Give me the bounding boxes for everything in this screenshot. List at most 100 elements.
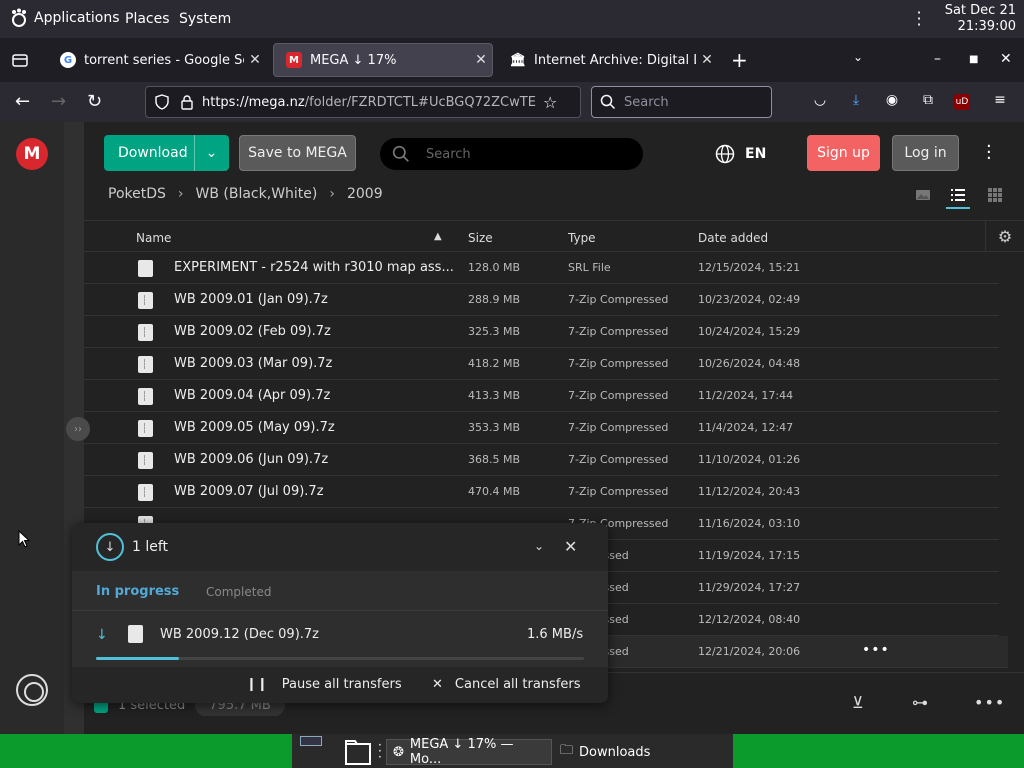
list-all-tabs-icon[interactable] — [10, 50, 30, 70]
archive-icon: 🏛 — [509, 52, 527, 68]
clock[interactable]: Sat Dec 21 21:39:00 — [945, 3, 1016, 35]
mouse-cursor-icon — [18, 530, 30, 548]
cancel-label: Cancel all transfers — [454, 677, 581, 692]
file-date: 11/2/2024, 17:44 — [698, 389, 794, 402]
taskbar-downloads-label: Downloads — [579, 744, 651, 760]
sign-up-button[interactable]: Sign up — [807, 135, 880, 171]
collapse-chevron-icon[interactable]: ⌄ — [534, 539, 544, 553]
save-to-mega-button[interactable]: Save to MEGA — [239, 135, 356, 171]
transfer-header: ↓ 1 left ⌄ ✕ — [72, 523, 608, 571]
mega-search-input[interactable]: Search — [380, 138, 643, 170]
system-menu[interactable]: System — [179, 11, 231, 27]
taskbar-firefox-item[interactable]: ❂ MEGA ↓ 17% — Mo... — [386, 737, 552, 767]
shield-icon[interactable] — [154, 94, 170, 110]
row-more-icon[interactable]: ••• — [862, 642, 890, 658]
tab-internet-archive[interactable]: 🏛 Internet Archive: Digital Libr ✕ — [498, 43, 718, 77]
forward-icon[interactable]: → — [51, 91, 66, 112]
breadcrumb-item[interactable]: PoketDS — [108, 186, 166, 202]
file-type: 7-Zip Compressed — [568, 325, 669, 338]
table-row[interactable]: WB 2009.03 (Mar 09).7z 418.2 MB 7-Zip Comp… — [84, 348, 999, 380]
breadcrumb-item[interactable]: WB (Black,White) — [196, 186, 318, 202]
applications-menu[interactable]: Applications — [10, 8, 120, 28]
ublock-icon[interactable]: uD — [954, 94, 970, 110]
taskbar-downloads-item[interactable]: 🗀 Downloads — [554, 739, 724, 765]
table-row[interactable]: WB 2009.06 (Jun 09).7z 368.5 MB 7-Zip Comp… — [84, 444, 999, 476]
more-options-icon[interactable]: ••• — [974, 693, 1005, 712]
log-in-button[interactable]: Log in — [892, 135, 959, 171]
downloads-icon[interactable]: ⤓ — [846, 92, 866, 112]
column-settings-gear-icon[interactable]: ⚙ — [985, 220, 1024, 252]
list-view-icon[interactable] — [950, 187, 966, 203]
new-tab-icon[interactable]: + — [731, 48, 748, 72]
table-row[interactable]: EXPERIMENT - r2524 with r3010 map ass...… — [84, 252, 999, 284]
tab-mega[interactable]: M MEGA ↓ 17% ✕ — [273, 43, 493, 77]
file-name: WB 2009.05 (May 09).7z — [174, 420, 335, 435]
cancel-all-button[interactable]: ✕ Cancel all transfers — [432, 677, 581, 692]
column-date[interactable]: Date added — [698, 231, 768, 245]
breadcrumb-item[interactable]: 2009 — [347, 186, 383, 202]
gnome-foot-icon — [12, 8, 26, 27]
table-row[interactable]: WB 2009.04 (Apr 09).7z 413.3 MB 7-Zip Comp… — [84, 380, 999, 412]
file-date: 12/12/2024, 08:40 — [698, 613, 801, 626]
back-icon[interactable]: ← — [15, 91, 30, 112]
reload-icon[interactable]: ↻ — [87, 91, 102, 112]
close-icon: ✕ — [432, 677, 443, 692]
column-size[interactable]: Size — [468, 231, 493, 245]
table-row[interactable]: WB 2009.01 (Jan 09).7z 288.9 MB 7-Zip Comp… — [84, 284, 999, 316]
chevron-down-icon[interactable]: ⌄ — [194, 135, 228, 171]
chevron-down-icon[interactable]: ⌄ — [853, 50, 863, 64]
transfer-item[interactable]: ↓ WB 2009.12 (Dec 09).7z 1.6 MB/s — [72, 611, 608, 667]
sync-icon[interactable] — [16, 674, 48, 706]
panel-menu-icon[interactable]: · · · — [915, 5, 923, 33]
maximize-icon[interactable]: ■ — [969, 54, 978, 65]
account-icon[interactable]: ◉ — [882, 92, 902, 112]
table-row[interactable]: WB 2009.07 (Jul 09).7z 470.4 MB 7-Zip Comp… — [84, 476, 999, 508]
file-date: 11/16/2024, 03:10 — [698, 517, 801, 530]
workspace-switcher[interactable] — [300, 736, 322, 746]
close-tab-icon[interactable]: ✕ — [244, 52, 266, 68]
pause-all-button[interactable]: ❙❙ Pause all transfers — [246, 677, 402, 692]
file-name: WB 2009.07 (Jul 09).7z — [174, 484, 324, 499]
file-date: 11/4/2024, 12:47 — [698, 421, 794, 434]
minimize-icon[interactable]: – — [934, 51, 941, 67]
transfer-tabs: In progress Completed — [72, 571, 608, 611]
column-type[interactable]: Type — [568, 231, 596, 245]
table-row[interactable]: WB 2009.02 (Feb 09).7z 325.3 MB 7-Zip Comp… — [84, 316, 999, 348]
sort-ascending-icon[interactable]: ▲ — [434, 231, 442, 242]
bookmark-star-icon[interactable]: ☆ — [543, 93, 557, 112]
search-input[interactable]: Search — [591, 86, 772, 118]
column-name[interactable]: Name — [136, 231, 171, 245]
url-bar[interactable]: https://mega.nz/folder/FZRDTCTL#UcBGQ72Z… — [145, 86, 581, 118]
download-circle-icon[interactable]: ⊻ — [852, 693, 864, 712]
hamburger-menu-icon[interactable]: ≡ — [990, 92, 1010, 112]
pocket-icon[interactable]: ◡ — [810, 92, 830, 112]
lock-icon[interactable] — [180, 94, 194, 110]
file-date: 10/23/2024, 02:49 — [698, 293, 801, 306]
close-window-icon[interactable]: ✕ — [1000, 51, 1012, 67]
tab-in-progress[interactable]: In progress — [96, 584, 179, 599]
files-icon[interactable] — [344, 738, 374, 766]
more-menu-icon[interactable]: · · · — [986, 138, 992, 168]
transfer-progress-fill — [96, 657, 179, 660]
file-size: 353.3 MB — [468, 421, 521, 434]
file-name: WB 2009.04 (Apr 09).7z — [174, 388, 331, 403]
close-icon[interactable]: ✕ — [564, 537, 577, 556]
download-button[interactable]: Download ⌄ — [104, 135, 229, 171]
image-view-icon[interactable] — [915, 187, 931, 203]
close-tab-icon[interactable]: ✕ — [696, 52, 718, 68]
grid-view-icon[interactable] — [987, 187, 1003, 203]
taskbar-kebab-icon[interactable]: · · · — [378, 739, 382, 763]
language-selector[interactable]: EN — [715, 144, 766, 164]
file-name: EXPERIMENT - r2524 with r3010 map ass... — [174, 260, 454, 275]
places-menu[interactable]: Places — [125, 11, 170, 27]
close-tab-icon[interactable]: ✕ — [470, 52, 492, 68]
transfer-progress-bar — [96, 657, 584, 660]
tab-completed[interactable]: Completed — [206, 585, 271, 599]
link-icon[interactable]: ⊶ — [912, 693, 928, 712]
top-panel: Applications Places System · · · Sat Dec 2… — [0, 0, 1024, 38]
tab-google[interactable]: G torrent series - Google Sear ✕ — [48, 43, 266, 77]
mega-logo[interactable]: M — [16, 138, 48, 170]
file-size: 288.9 MB — [468, 293, 521, 306]
extensions-icon[interactable]: ⧉ — [918, 92, 938, 112]
table-row[interactable]: WB 2009.05 (May 09).7z 353.3 MB 7-Zip Comp… — [84, 412, 999, 444]
